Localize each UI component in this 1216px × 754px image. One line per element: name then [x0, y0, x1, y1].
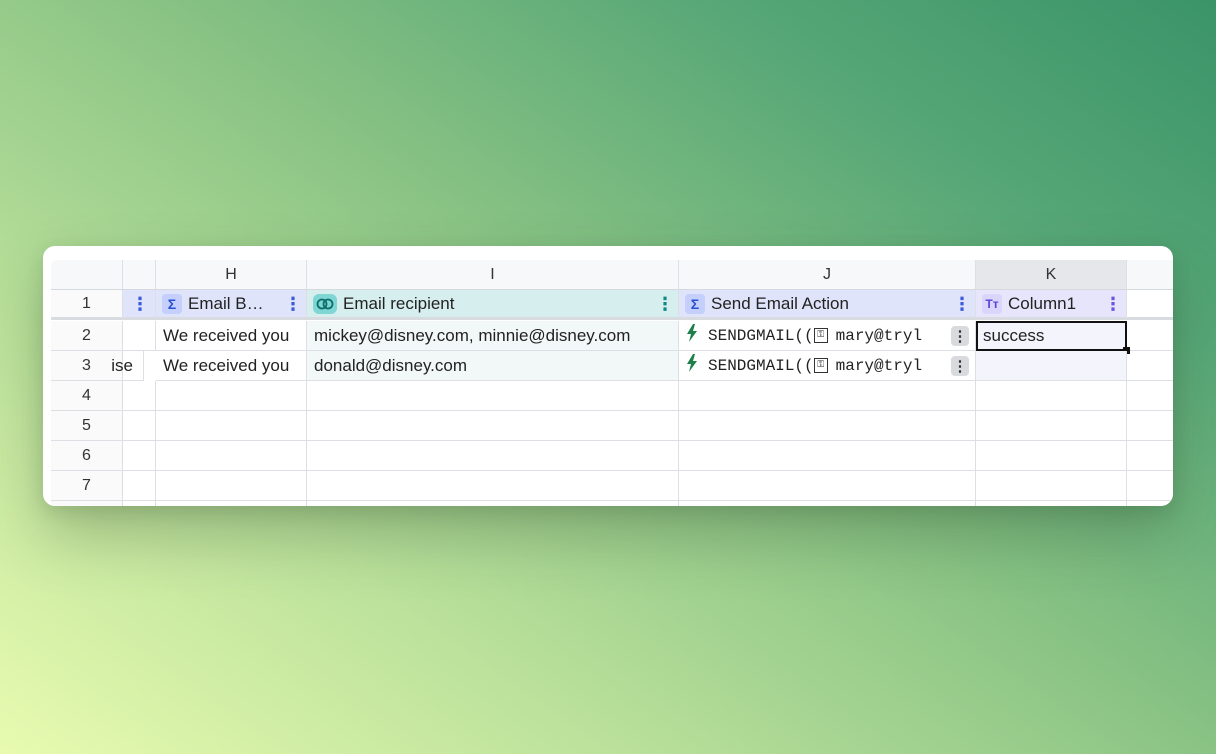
- action-bolt-icon: [686, 323, 698, 348]
- empty-cell[interactable]: [156, 411, 307, 441]
- row-number[interactable]: 7: [51, 471, 123, 501]
- text-type-icon: Tт: [982, 293, 1002, 314]
- empty-cell[interactable]: [679, 501, 976, 506]
- empty-cell[interactable]: [1127, 290, 1173, 320]
- cell-email-body[interactable]: We received you: [156, 351, 307, 381]
- table-row: 2 We received you mickey@disney.com, min…: [51, 321, 1173, 351]
- empty-cell[interactable]: [1127, 411, 1173, 441]
- column-header-row: H I J K: [51, 260, 1173, 290]
- key-icon: ⚿: [813, 328, 828, 343]
- empty-cell[interactable]: [976, 381, 1127, 411]
- empty-cell[interactable]: [307, 411, 679, 441]
- empty-cell[interactable]: [679, 411, 976, 441]
- empty-cell[interactable]: [123, 471, 156, 501]
- spreadsheet-grid: H I J K 1 ⋮ Σ Email B… ⋮ Email recipient: [51, 260, 1173, 506]
- empty-cell[interactable]: [156, 441, 307, 471]
- action-menu-button[interactable]: ⋮: [951, 356, 969, 376]
- empty-cell[interactable]: [1127, 351, 1173, 381]
- field-header-email-recipient[interactable]: Email recipient ⋮: [307, 290, 679, 320]
- cell-email-recipient[interactable]: donald@disney.com: [307, 351, 679, 381]
- empty-cell[interactable]: [1127, 381, 1173, 411]
- field-label: Email recipient: [343, 293, 455, 313]
- field-menu-icon[interactable]: ⋮: [131, 295, 149, 313]
- cell-send-email-action[interactable]: SENDGMAIL(( ⚿ mary@tryl ⋮: [679, 321, 976, 351]
- field-header-row: 1 ⋮ Σ Email B… ⋮ Email recipient ⋮ Σ Sen…: [51, 290, 1173, 320]
- formula-type-icon: Σ: [162, 293, 182, 314]
- formula-text-rest: mary@tryl: [835, 356, 923, 375]
- key-icon: ⚿: [813, 358, 828, 373]
- row-number[interactable]: 5: [51, 411, 123, 441]
- link-type-icon: [313, 293, 337, 314]
- corner-cell[interactable]: [51, 260, 123, 290]
- empty-cell[interactable]: [156, 501, 307, 506]
- empty-cell[interactable]: [1127, 501, 1173, 506]
- field-label: Column1: [1008, 293, 1077, 313]
- empty-cell[interactable]: [1127, 441, 1173, 471]
- action-menu-button[interactable]: ⋮: [951, 326, 969, 346]
- row-number[interactable]: [51, 501, 123, 506]
- cell-email-recipient[interactable]: mickey@disney.com, minnie@disney.com: [307, 321, 679, 351]
- cell-g2[interactable]: [123, 321, 156, 351]
- empty-cell[interactable]: [307, 501, 679, 506]
- empty-cell[interactable]: [307, 471, 679, 501]
- empty-cell[interactable]: [679, 471, 976, 501]
- table-row: 7: [51, 471, 1173, 501]
- field-label: Email B…: [188, 293, 264, 313]
- formula-text: SENDGMAIL((: [708, 326, 814, 345]
- field-label: Send Email Action: [711, 293, 849, 313]
- empty-cell[interactable]: [976, 501, 1127, 506]
- empty-cell[interactable]: [679, 381, 976, 411]
- column-header-h[interactable]: H: [156, 260, 307, 290]
- empty-cell[interactable]: [976, 411, 1127, 441]
- column-header-j[interactable]: J: [679, 260, 976, 290]
- cell-g3[interactable]: ise: [111, 351, 144, 381]
- empty-cell[interactable]: [156, 381, 307, 411]
- empty-cell[interactable]: [1127, 471, 1173, 501]
- field-menu-icon[interactable]: ⋮: [1104, 295, 1122, 313]
- empty-cell[interactable]: [156, 471, 307, 501]
- empty-cell[interactable]: [123, 441, 156, 471]
- empty-cell[interactable]: [679, 441, 976, 471]
- field-menu-icon[interactable]: ⋮: [284, 295, 302, 313]
- empty-cell[interactable]: [976, 441, 1127, 471]
- table-row: 3 ise We received you donald@disney.com …: [51, 351, 1173, 381]
- cell-column1-selected[interactable]: success: [976, 321, 1127, 351]
- row-number[interactable]: 1: [51, 290, 123, 320]
- field-header-column1[interactable]: Tт Column1 ⋮: [976, 290, 1127, 320]
- field-header-g[interactable]: ⋮: [123, 290, 156, 320]
- spreadsheet-card: H I J K 1 ⋮ Σ Email B… ⋮ Email recipient: [43, 246, 1173, 506]
- action-bolt-icon: [686, 353, 698, 378]
- table-row: 4: [51, 381, 1173, 411]
- field-menu-icon[interactable]: ⋮: [656, 295, 674, 313]
- table-row: 6: [51, 441, 1173, 471]
- empty-cell[interactable]: [307, 441, 679, 471]
- empty-cell[interactable]: [1127, 321, 1173, 351]
- field-header-email-body[interactable]: Σ Email B… ⋮: [156, 290, 307, 320]
- cell-send-email-action[interactable]: SENDGMAIL(( ⚿ mary@tryl ⋮: [679, 351, 976, 381]
- formula-type-icon: Σ: [685, 293, 705, 314]
- field-header-send-email-action[interactable]: Σ Send Email Action ⋮: [679, 290, 976, 320]
- row-number[interactable]: 4: [51, 381, 123, 411]
- table-row: 5: [51, 411, 1173, 441]
- table-row: [51, 501, 1173, 506]
- column-header-g[interactable]: [123, 260, 156, 290]
- empty-cell[interactable]: [976, 471, 1127, 501]
- empty-cell[interactable]: [123, 411, 156, 441]
- cell-column1[interactable]: [976, 351, 1127, 381]
- cell-email-body[interactable]: We received you: [156, 321, 307, 351]
- column-header-k[interactable]: K: [976, 260, 1127, 290]
- formula-text: SENDGMAIL((: [708, 356, 814, 375]
- row-number[interactable]: 6: [51, 441, 123, 471]
- row-number[interactable]: 2: [51, 321, 123, 351]
- empty-cell[interactable]: [123, 381, 156, 411]
- column-header-i[interactable]: I: [307, 260, 679, 290]
- empty-cell[interactable]: [307, 381, 679, 411]
- field-menu-icon[interactable]: ⋮: [953, 295, 971, 313]
- column-header-l[interactable]: [1127, 260, 1173, 290]
- empty-cell[interactable]: [123, 501, 156, 506]
- formula-text-rest: mary@tryl: [835, 326, 923, 345]
